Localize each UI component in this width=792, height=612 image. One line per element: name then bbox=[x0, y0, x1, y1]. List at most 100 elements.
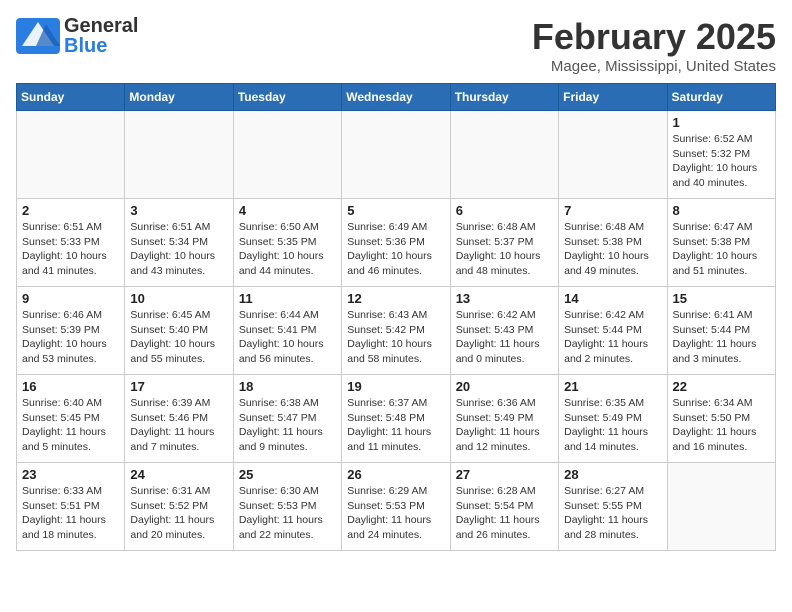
day-info: Sunrise: 6:42 AM Sunset: 5:44 PM Dayligh… bbox=[564, 308, 661, 367]
calendar-cell: 4 Sunrise: 6:50 AM Sunset: 5:35 PM Daylig… bbox=[233, 199, 341, 287]
day-number: 23 bbox=[22, 467, 119, 482]
day-number: 9 bbox=[22, 291, 119, 306]
calendar-cell: 18 Sunrise: 6:38 AM Sunset: 5:47 PM Dayli… bbox=[233, 375, 341, 463]
weekday-header-tuesday: Tuesday bbox=[233, 84, 341, 111]
calendar-cell: 25 Sunrise: 6:30 AM Sunset: 5:53 PM Dayli… bbox=[233, 463, 341, 551]
weekday-header-friday: Friday bbox=[559, 84, 667, 111]
day-number: 16 bbox=[22, 379, 119, 394]
calendar-cell bbox=[233, 111, 341, 199]
calendar-cell: 21 Sunrise: 6:35 AM Sunset: 5:49 PM Dayli… bbox=[559, 375, 667, 463]
day-number: 21 bbox=[564, 379, 661, 394]
calendar-cell: 28 Sunrise: 6:27 AM Sunset: 5:55 PM Dayli… bbox=[559, 463, 667, 551]
day-number: 5 bbox=[347, 203, 444, 218]
day-info: Sunrise: 6:35 AM Sunset: 5:49 PM Dayligh… bbox=[564, 396, 661, 455]
day-info: Sunrise: 6:28 AM Sunset: 5:54 PM Dayligh… bbox=[456, 484, 553, 543]
page-header: General Blue February 2025 Magee, Missis… bbox=[16, 16, 776, 75]
weekday-header-monday: Monday bbox=[125, 84, 233, 111]
calendar-cell: 26 Sunrise: 6:29 AM Sunset: 5:53 PM Dayli… bbox=[342, 463, 450, 551]
calendar-cell: 8 Sunrise: 6:47 AM Sunset: 5:38 PM Daylig… bbox=[667, 199, 775, 287]
week-row-1: 2 Sunrise: 6:51 AM Sunset: 5:33 PM Daylig… bbox=[17, 199, 776, 287]
day-info: Sunrise: 6:38 AM Sunset: 5:47 PM Dayligh… bbox=[239, 396, 336, 455]
day-info: Sunrise: 6:37 AM Sunset: 5:48 PM Dayligh… bbox=[347, 396, 444, 455]
calendar-cell: 1 Sunrise: 6:52 AM Sunset: 5:32 PM Daylig… bbox=[667, 111, 775, 199]
day-info: Sunrise: 6:33 AM Sunset: 5:51 PM Dayligh… bbox=[22, 484, 119, 543]
calendar-cell: 16 Sunrise: 6:40 AM Sunset: 5:45 PM Dayli… bbox=[17, 375, 125, 463]
week-row-3: 16 Sunrise: 6:40 AM Sunset: 5:45 PM Dayli… bbox=[17, 375, 776, 463]
day-number: 4 bbox=[239, 203, 336, 218]
weekday-header-row: SundayMondayTuesdayWednesdayThursdayFrid… bbox=[17, 84, 776, 111]
day-number: 19 bbox=[347, 379, 444, 394]
day-info: Sunrise: 6:49 AM Sunset: 5:36 PM Dayligh… bbox=[347, 220, 444, 279]
day-info: Sunrise: 6:51 AM Sunset: 5:33 PM Dayligh… bbox=[22, 220, 119, 279]
day-number: 14 bbox=[564, 291, 661, 306]
logo-blue: Blue bbox=[64, 35, 107, 57]
logo-general: General bbox=[64, 15, 138, 37]
day-number: 12 bbox=[347, 291, 444, 306]
day-info: Sunrise: 6:31 AM Sunset: 5:52 PM Dayligh… bbox=[130, 484, 227, 543]
day-info: Sunrise: 6:48 AM Sunset: 5:38 PM Dayligh… bbox=[564, 220, 661, 279]
day-info: Sunrise: 6:29 AM Sunset: 5:53 PM Dayligh… bbox=[347, 484, 444, 543]
calendar-cell: 27Sunrise: 6:28 AM Sunset: 5:54 PM Dayli… bbox=[450, 463, 558, 551]
day-number: 10 bbox=[130, 291, 227, 306]
calendar-cell: 13 Sunrise: 6:42 AM Sunset: 5:43 PM Dayli… bbox=[450, 287, 558, 375]
day-info: Sunrise: 6:42 AM Sunset: 5:43 PM Dayligh… bbox=[456, 308, 553, 367]
calendar-cell: 24 Sunrise: 6:31 AM Sunset: 5:52 PM Dayli… bbox=[125, 463, 233, 551]
day-number: 26 bbox=[347, 467, 444, 482]
calendar-cell: 9Sunrise: 6:46 AM Sunset: 5:39 PM Daylig… bbox=[17, 287, 125, 375]
calendar-table: SundayMondayTuesdayWednesdayThursdayFrid… bbox=[16, 83, 776, 551]
day-number: 28 bbox=[564, 467, 661, 482]
day-info: Sunrise: 6:43 AM Sunset: 5:42 PM Dayligh… bbox=[347, 308, 444, 367]
calendar-cell: 3Sunrise: 6:51 AM Sunset: 5:34 PM Daylig… bbox=[125, 199, 233, 287]
weekday-header-thursday: Thursday bbox=[450, 84, 558, 111]
calendar-cell: 14 Sunrise: 6:42 AM Sunset: 5:44 PM Dayli… bbox=[559, 287, 667, 375]
day-number: 15 bbox=[673, 291, 770, 306]
calendar-cell: 17Sunrise: 6:39 AM Sunset: 5:46 PM Dayli… bbox=[125, 375, 233, 463]
day-info: Sunrise: 6:34 AM Sunset: 5:50 PM Dayligh… bbox=[673, 396, 770, 455]
day-info: Sunrise: 6:51 AM Sunset: 5:34 PM Dayligh… bbox=[130, 220, 227, 279]
day-number: 7 bbox=[564, 203, 661, 218]
day-info: Sunrise: 6:30 AM Sunset: 5:53 PM Dayligh… bbox=[239, 484, 336, 543]
day-number: 20 bbox=[456, 379, 553, 394]
calendar-cell: 2 Sunrise: 6:51 AM Sunset: 5:33 PM Daylig… bbox=[17, 199, 125, 287]
weekday-header-saturday: Saturday bbox=[667, 84, 775, 111]
week-row-2: 9Sunrise: 6:46 AM Sunset: 5:39 PM Daylig… bbox=[17, 287, 776, 375]
day-number: 11 bbox=[239, 291, 336, 306]
logo-icon bbox=[16, 18, 60, 54]
calendar-cell: 22 Sunrise: 6:34 AM Sunset: 5:50 PM Dayli… bbox=[667, 375, 775, 463]
day-info: Sunrise: 6:47 AM Sunset: 5:38 PM Dayligh… bbox=[673, 220, 770, 279]
calendar-cell bbox=[342, 111, 450, 199]
day-info: Sunrise: 6:48 AM Sunset: 5:37 PM Dayligh… bbox=[456, 220, 553, 279]
calendar-cell: 11 Sunrise: 6:44 AM Sunset: 5:41 PM Dayli… bbox=[233, 287, 341, 375]
calendar-cell: 20 Sunrise: 6:36 AM Sunset: 5:49 PM Dayli… bbox=[450, 375, 558, 463]
week-row-4: 23 Sunrise: 6:33 AM Sunset: 5:51 PM Dayli… bbox=[17, 463, 776, 551]
day-info: Sunrise: 6:45 AM Sunset: 5:40 PM Dayligh… bbox=[130, 308, 227, 367]
calendar-cell: 7 Sunrise: 6:48 AM Sunset: 5:38 PM Daylig… bbox=[559, 199, 667, 287]
calendar-cell bbox=[667, 463, 775, 551]
calendar-cell: 6 Sunrise: 6:48 AM Sunset: 5:37 PM Daylig… bbox=[450, 199, 558, 287]
logo: General Blue bbox=[16, 16, 138, 56]
day-number: 18 bbox=[239, 379, 336, 394]
day-info: Sunrise: 6:50 AM Sunset: 5:35 PM Dayligh… bbox=[239, 220, 336, 279]
day-info: Sunrise: 6:27 AM Sunset: 5:55 PM Dayligh… bbox=[564, 484, 661, 543]
calendar-cell bbox=[17, 111, 125, 199]
day-info: Sunrise: 6:39 AM Sunset: 5:46 PM Dayligh… bbox=[130, 396, 227, 455]
day-number: 6 bbox=[456, 203, 553, 218]
day-number: 8 bbox=[673, 203, 770, 218]
day-number: 1 bbox=[673, 115, 770, 130]
calendar-cell bbox=[559, 111, 667, 199]
day-info: Sunrise: 6:44 AM Sunset: 5:41 PM Dayligh… bbox=[239, 308, 336, 367]
calendar-cell: 15 Sunrise: 6:41 AM Sunset: 5:44 PM Dayli… bbox=[667, 287, 775, 375]
weekday-header-wednesday: Wednesday bbox=[342, 84, 450, 111]
day-number: 2 bbox=[22, 203, 119, 218]
day-number: 24 bbox=[130, 467, 227, 482]
day-number: 13 bbox=[456, 291, 553, 306]
day-number: 25 bbox=[239, 467, 336, 482]
day-info: Sunrise: 6:40 AM Sunset: 5:45 PM Dayligh… bbox=[22, 396, 119, 455]
calendar-cell: 19 Sunrise: 6:37 AM Sunset: 5:48 PM Dayli… bbox=[342, 375, 450, 463]
day-info: Sunrise: 6:41 AM Sunset: 5:44 PM Dayligh… bbox=[673, 308, 770, 367]
week-row-0: 1 Sunrise: 6:52 AM Sunset: 5:32 PM Daylig… bbox=[17, 111, 776, 199]
logo-name: General Blue bbox=[64, 16, 138, 56]
day-number: 22 bbox=[673, 379, 770, 394]
day-info: Sunrise: 6:36 AM Sunset: 5:49 PM Dayligh… bbox=[456, 396, 553, 455]
day-info: Sunrise: 6:52 AM Sunset: 5:32 PM Dayligh… bbox=[673, 132, 770, 191]
